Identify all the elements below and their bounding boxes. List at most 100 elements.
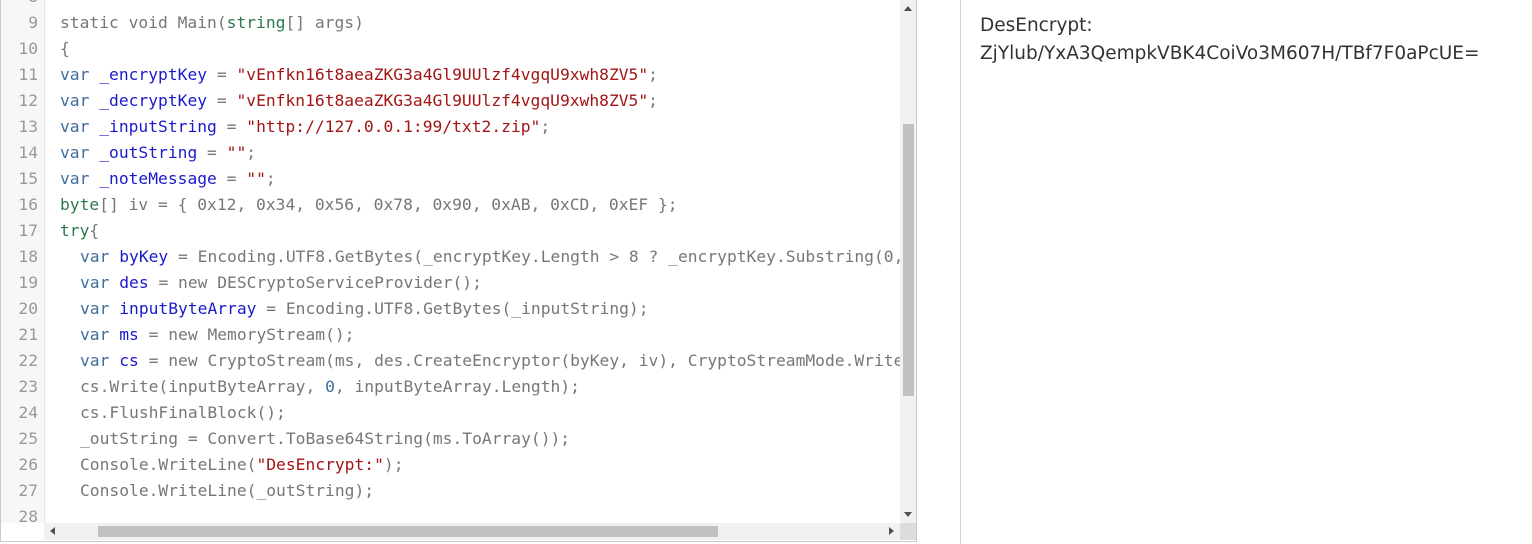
- code-token: var: [80, 247, 120, 266]
- line-number: 18: [18, 247, 38, 266]
- code-line[interactable]: var _outString = "";: [60, 140, 900, 166]
- code-line[interactable]: [60, 504, 900, 523]
- line-number: 23: [18, 377, 38, 396]
- line-number: 22: [18, 351, 38, 370]
- code-line[interactable]: _outString = Convert.ToBase64String(ms.T…: [60, 426, 900, 452]
- line-number: 15: [18, 169, 38, 188]
- code-line[interactable]: Console.WriteLine(_outString);: [60, 478, 900, 504]
- code-token: ;: [648, 65, 658, 84]
- code-token: , inputByteArray.Length);: [334, 377, 580, 396]
- line-number: 13: [18, 117, 38, 136]
- code-token: byKey: [119, 247, 169, 266]
- code-line[interactable]: cs.Write(inputByteArray, 0, inputByteArr…: [60, 374, 900, 400]
- code-line[interactable]: static void Main(string[] args): [60, 10, 900, 36]
- code-token: =: [216, 169, 247, 188]
- code-token: string: [226, 13, 286, 32]
- code-token: _encryptKey: [99, 65, 208, 84]
- code-token: var: [80, 273, 120, 292]
- code-token: [] args): [285, 13, 364, 32]
- code-editor[interactable]: 8 9 10 11 12 13 14 15 16 17 18 19 20 21 22 23 24 25 26 27 28…: [0, 0, 917, 542]
- code-token: =: [207, 65, 237, 84]
- line-number-gutter: 8 9 10 11 12 13 14 15 16 17 18 19 20 21 22 23 24 25 26 27 28…: [1, 0, 45, 523]
- code-token: _inputString: [99, 117, 217, 136]
- output-line-result: ZjYlub/YxA3QempkVBK4CoiVo3M607H/TBf7F0aP…: [980, 43, 1480, 64]
- code-token: var: [60, 143, 100, 162]
- code-token: = Encoding.UTF8.GetBytes(_inputString);: [256, 299, 649, 318]
- code-line[interactable]: var cs = new CryptoStream(ms, des.Create…: [60, 348, 900, 374]
- vertical-scrollbar-thumb[interactable]: [903, 124, 914, 396]
- vertical-scrollbar[interactable]: [900, 0, 916, 523]
- output-panel: DesEncrypt: ZjYlub/YxA3QempkVBK4CoiVo3M6…: [960, 0, 1532, 544]
- code-line[interactable]: [60, 0, 900, 10]
- horizontal-scrollbar[interactable]: [44, 523, 900, 540]
- code-token: "vEnfkn16t8aeaZKG3a4Gl9UUlzf4vgqU9xwh8ZV…: [236, 91, 649, 110]
- code-line[interactable]: var ms = new MemoryStream();: [60, 322, 900, 348]
- code-token: = new MemoryStream();: [138, 325, 355, 344]
- code-token: var: [80, 299, 120, 318]
- line-number: 10: [18, 39, 38, 58]
- code-token: byte: [60, 195, 100, 214]
- code-token: "": [246, 169, 266, 188]
- line-number: 17: [18, 221, 38, 240]
- code-token: var: [60, 91, 100, 110]
- line-number: 24: [18, 403, 38, 422]
- code-token: static void Main(: [60, 13, 227, 32]
- line-number: 28: [18, 507, 38, 523]
- code-line[interactable]: try{: [60, 218, 900, 244]
- code-line[interactable]: var byKey = Encoding.UTF8.GetBytes(_encr…: [60, 244, 900, 270]
- line-number: 16: [18, 195, 38, 214]
- code-token: = Encoding.UTF8.GetBytes(_encryptKey.Len…: [178, 247, 900, 266]
- code-token: try: [60, 221, 90, 240]
- line-number: 19: [18, 273, 38, 292]
- line-number: 20: [18, 299, 38, 318]
- code-token: cs.Write(inputByteArray,: [80, 377, 326, 396]
- line-number: 8: [1, 0, 38, 10]
- horizontal-scrollbar-thumb[interactable]: [98, 526, 718, 537]
- code-token: cs.FlushFinalBlock();: [80, 403, 286, 422]
- code-token: ;: [648, 91, 658, 110]
- code-token: = new DESCryptoServiceProvider();: [148, 273, 482, 292]
- code-token: _outString: [99, 143, 198, 162]
- code-line[interactable]: var _noteMessage = "";: [60, 166, 900, 192]
- code-token: inputByteArray: [119, 299, 257, 318]
- line-number: 12: [18, 91, 38, 110]
- line-number: 9: [28, 13, 38, 32]
- code-line[interactable]: {: [60, 36, 900, 62]
- scroll-left-arrow-icon[interactable]: [50, 527, 55, 535]
- code-line[interactable]: var _decryptKey = "vEnfkn16t8aeaZKG3a4Gl…: [60, 88, 900, 114]
- output-line-label: DesEncrypt:: [980, 15, 1093, 36]
- code-token: var: [80, 325, 120, 344]
- scroll-right-arrow-icon[interactable]: [889, 527, 894, 535]
- code-line[interactable]: var inputByteArray = Encoding.UTF8.GetBy…: [60, 296, 900, 322]
- code-line[interactable]: var _encryptKey = "vEnfkn16t8aeaZKG3a4Gl…: [60, 62, 900, 88]
- code-line[interactable]: var _inputString = "http://127.0.0.1:99/…: [60, 114, 900, 140]
- scroll-up-arrow-icon[interactable]: [904, 6, 912, 11]
- code-token: {: [60, 39, 70, 58]
- code-line[interactable]: byte[] iv = { 0x12, 0x34, 0x56, 0x78, 0x…: [60, 192, 900, 218]
- code-token: ;: [265, 169, 276, 188]
- code-token: [] iv = { 0x12, 0x34, 0x56, 0x78, 0x90, …: [99, 195, 678, 214]
- code-token: "vEnfkn16t8aeaZKG3a4Gl9UUlzf4vgqU9xwh8ZV…: [236, 65, 649, 84]
- code-line-list[interactable]: static void Main(string[] args) { var _enc…: [60, 0, 900, 523]
- code-token: "": [226, 143, 247, 162]
- code-token: = new CryptoStream(ms, des.CreateEncrypt…: [138, 351, 900, 370]
- code-token: var: [60, 117, 100, 136]
- code-line[interactable]: cs.FlushFinalBlock();: [60, 400, 900, 426]
- code-token: Console.WriteLine(_outString);: [80, 481, 375, 500]
- code-token: =: [197, 143, 227, 162]
- scrollbar-corner: [900, 523, 916, 540]
- code-token: ;: [246, 143, 257, 162]
- code-token: ;: [540, 117, 551, 136]
- code-line[interactable]: Console.WriteLine("DesEncrypt:");: [60, 452, 900, 478]
- code-line[interactable]: var des = new DESCryptoServiceProvider()…: [60, 270, 900, 296]
- code-token: des: [119, 273, 149, 292]
- code-token: var: [80, 351, 120, 370]
- line-number: 26: [18, 455, 38, 474]
- code-area[interactable]: static void Main(string[] args) { var _enc…: [45, 0, 900, 523]
- code-token: var: [60, 169, 100, 188]
- line-number: 11: [18, 65, 38, 84]
- scroll-down-arrow-icon[interactable]: [904, 512, 912, 517]
- line-number: 21: [18, 325, 38, 344]
- line-number-list: 8 9 10 11 12 13 14 15 16 17 18 19 20 21 22 23 24 25 26 27 28…: [1, 0, 38, 523]
- code-token: =: [207, 91, 237, 110]
